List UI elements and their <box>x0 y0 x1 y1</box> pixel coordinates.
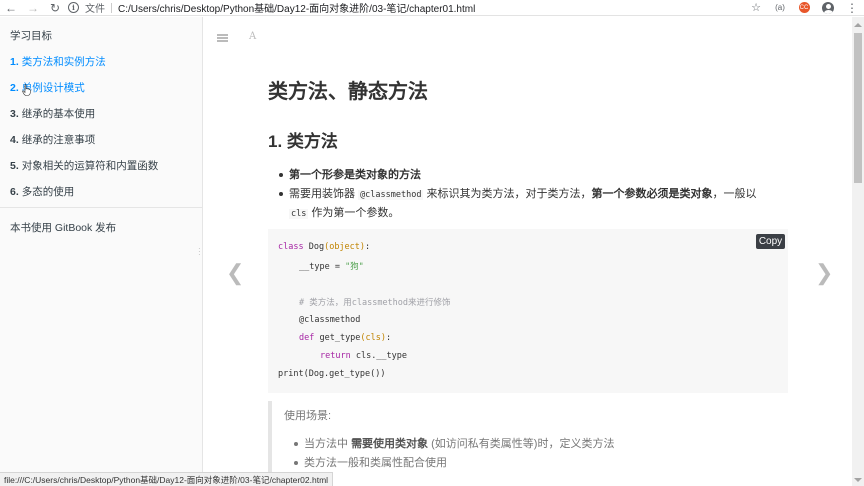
toc-label: 对象相关的运算符和内置函数 <box>21 160 159 172</box>
forward-icon[interactable]: → <box>22 0 44 16</box>
page-title: 类方法、静态方法 <box>268 81 428 103</box>
extension-badge-button[interactable]: CC <box>792 0 816 16</box>
scrollbar-thumb[interactable] <box>854 33 862 183</box>
extension-icon[interactable]: (a) <box>768 0 792 16</box>
prev-page-icon[interactable]: ❮ <box>226 260 244 286</box>
code-text: : <box>365 242 371 252</box>
code-text: : <box>386 333 392 343</box>
protocol-label: 文件 <box>85 4 105 15</box>
code-params: (cls) <box>360 333 387 343</box>
code-decorator: @classmethod <box>299 315 361 325</box>
toc-item-3[interactable]: 3. 继承的基本使用 <box>10 106 95 121</box>
mouse-cursor-icon <box>22 84 31 96</box>
code-keyword: class <box>278 242 304 252</box>
code-string: "狗" <box>345 262 364 272</box>
section-heading: 1. 类方法 <box>268 132 338 151</box>
inline-code: @classmethod <box>358 189 424 200</box>
code-comment: # 类方法，用classmethod来进行修饰 <box>299 298 451 308</box>
toc-item-4[interactable]: 4. 继承的注意事项 <box>10 132 95 147</box>
back-icon[interactable]: ← <box>0 0 22 16</box>
toc-num: 3. <box>10 108 19 120</box>
code-line: print(Dog.get_type()) <box>278 369 386 379</box>
browser-toolbar: ← → ↻ i 文件 C:/Users/chris/Desktop/Python… <box>0 0 864 16</box>
quote-text: 类方法一般和类属性配合使用 <box>304 456 447 469</box>
code-text: cls.__type <box>350 351 408 361</box>
bullet-text: 需要用装饰器 <box>289 187 359 200</box>
toc-label: 类方法和实例方法 <box>21 56 106 68</box>
toc-num: 1. <box>10 56 19 68</box>
toc-divider <box>0 207 202 208</box>
bookmark-star-icon[interactable]: ☆ <box>744 0 768 16</box>
bullet-text: 第一个形参是类对象的方法 <box>289 169 421 181</box>
sidebar-resize-handle[interactable]: · · · <box>198 245 201 259</box>
code-text: __type = <box>299 262 346 272</box>
profile-button[interactable] <box>816 0 840 16</box>
code-text: get_type <box>314 333 361 343</box>
toc-num: 5. <box>10 160 19 172</box>
quote-bold-text: 需要使用类对象 <box>351 438 429 450</box>
toc-item-5[interactable]: 5. 对象相关的运算符和内置函数 <box>10 158 158 173</box>
code-line: __type = "狗" <box>299 260 364 272</box>
bullet-list: 第一个形参是类对象的方法 需要用装饰器 @classmethod 来标识其为类方… <box>279 166 759 224</box>
quote-title: 使用场景: <box>284 410 332 422</box>
toc-label: 多态的使用 <box>21 186 75 198</box>
url-text[interactable]: C:/Users/chris/Desktop/Python基础/Day12-面向… <box>118 0 475 15</box>
main-content: A ❮ ❯ 类方法、静态方法 1. 类方法 第一个形参是类对象的方法 需要用装饰… <box>204 17 852 486</box>
toc-title[interactable]: 学习目标 <box>10 28 52 43</box>
next-page-icon[interactable]: ❯ <box>815 260 833 286</box>
inline-code: cls <box>289 209 309 219</box>
menu-toggle-icon[interactable] <box>217 34 228 42</box>
menu-dots-icon[interactable]: ⋮ <box>840 0 864 16</box>
quote-text: 当方法中 <box>304 438 352 450</box>
code-params: (object) <box>324 242 366 252</box>
bullet-bold-text: 第一个参数必须是类对象 <box>591 187 713 200</box>
toc-num: 6. <box>10 186 19 198</box>
extension-badge-icon: CC <box>798 2 810 13</box>
code-keyword: return <box>320 351 351 361</box>
toc-label: 单例设计模式 <box>21 82 85 94</box>
scroll-up-icon[interactable] <box>854 23 862 27</box>
code-line: class Dog(object): <box>278 242 370 252</box>
list-item: 类方法一般和类属性配合使用 <box>294 454 764 473</box>
toc-sidebar: 学习目标 1. 类方法和实例方法 2. 单例设计模式 3. 继承的基本使用 4. 继承的… <box>0 17 203 486</box>
font-settings-icon[interactable]: A <box>249 31 256 42</box>
toc-label: 继承的注意事项 <box>21 134 96 146</box>
code-line: def get_type(cls): <box>299 333 391 343</box>
gitbook-link[interactable]: 本书使用 GitBook 发布 <box>10 220 116 235</box>
toc-label: 继承的基本使用 <box>21 108 96 120</box>
info-icon[interactable]: i <box>68 2 79 13</box>
toc-item-1[interactable]: 1. 类方法和实例方法 <box>10 54 106 69</box>
address-separator <box>111 2 112 13</box>
code-text: Dog <box>303 242 325 252</box>
bullet-text: 来标识其为类方法，对于类方法， <box>423 187 592 200</box>
avatar-icon <box>822 1 834 14</box>
list-item: 第一个形参是类对象的方法 <box>279 166 759 185</box>
reload-icon[interactable]: ↻ <box>44 0 66 16</box>
blockquote: 使用场景: 当方法中 需要使用类对象 (如访问私有类属性等)时，定义类方法 类方… <box>268 401 788 486</box>
address-bar[interactable]: i 文件 C:/Users/chris/Desktop/Python基础/Day… <box>68 0 744 16</box>
bullet-text: ，一般以 <box>712 187 757 200</box>
copy-button[interactable]: Copy <box>756 234 785 249</box>
toc-num: 2. <box>10 82 19 94</box>
toc-item-6[interactable]: 6. 多态的使用 <box>10 184 74 199</box>
list-item: 当方法中 需要使用类对象 (如访问私有类属性等)时，定义类方法 <box>294 435 764 454</box>
list-item: 需要用装饰器 @classmethod 来标识其为类方法，对于类方法，第一个参数… <box>279 185 759 224</box>
code-block: Copy class Dog(object): __type = "狗" # 类… <box>268 229 788 393</box>
code-line: return cls.__type <box>320 351 407 361</box>
scroll-down-icon[interactable] <box>854 478 862 482</box>
status-bar: file:///C:/Users/chris/Desktop/Python基础/… <box>0 472 334 486</box>
code-keyword: def <box>299 333 315 343</box>
page-scrollbar[interactable] <box>852 17 864 486</box>
bullet-text: 作为第一个参数。 <box>308 207 400 219</box>
quote-text: (如访问私有类属性等)时，定义类方法 <box>428 438 615 450</box>
toc-num: 4. <box>10 134 19 146</box>
quote-list: 当方法中 需要使用类对象 (如访问私有类属性等)时，定义类方法 类方法一般和类属… <box>294 435 764 472</box>
